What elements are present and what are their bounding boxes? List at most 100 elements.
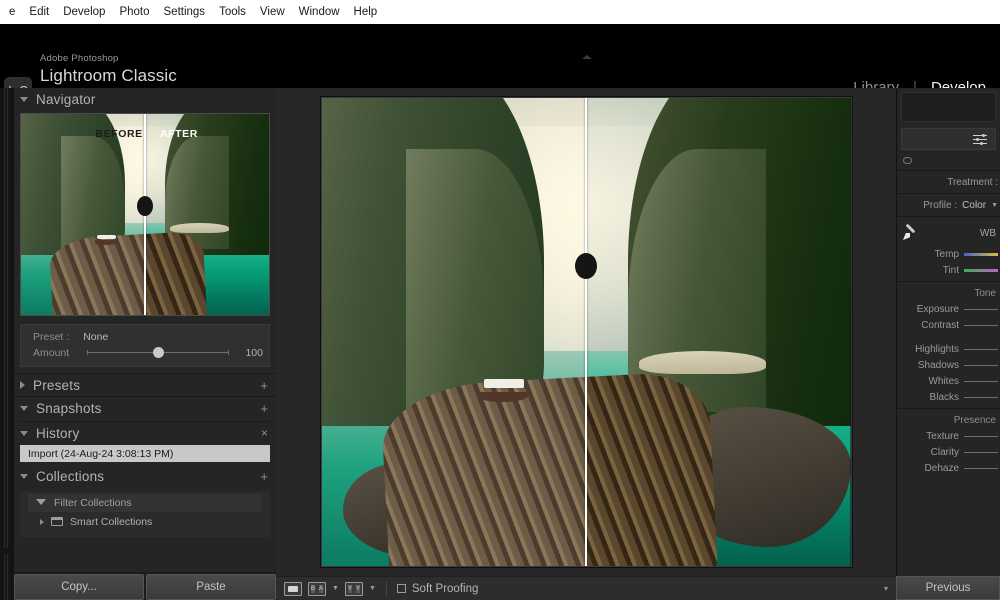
snapshots-title: Snapshots: [36, 400, 102, 416]
top-panel-collapse-toggle[interactable]: [580, 53, 594, 61]
shadows-row[interactable]: Shadows: [897, 357, 1000, 373]
smart-collections-row[interactable]: Smart Collections: [20, 512, 270, 531]
brand-subtitle: Adobe Photoshop: [40, 53, 119, 64]
menu-item-photo[interactable]: Photo: [112, 4, 156, 20]
menu-item-window[interactable]: Window: [292, 4, 347, 20]
filter-collections-row[interactable]: Filter Collections: [28, 494, 262, 512]
navigator-thumbnail[interactable]: BEFORE AFTER: [20, 113, 270, 316]
brand-title: Lightroom Classic: [40, 66, 177, 85]
highlights-slider[interactable]: [964, 348, 998, 350]
collections-header[interactable]: Collections +: [14, 465, 276, 487]
copy-button[interactable]: Copy...: [14, 574, 144, 600]
soft-proofing-checkbox[interactable]: [396, 584, 406, 593]
right-panel: Treatment : Profile : Color ▼ WB Temp Ti…: [896, 88, 1000, 576]
navigator-split-handle[interactable]: [137, 196, 153, 216]
temp-slider[interactable]: [964, 252, 998, 256]
clear-history-button[interactable]: ×: [261, 426, 268, 440]
title-bar: LrC Adobe Photoshop Lightroom Classic Li…: [0, 24, 1000, 105]
snapshots-header[interactable]: Snapshots +: [14, 397, 276, 419]
previous-button[interactable]: Previous: [896, 576, 1000, 600]
history-header[interactable]: History ×: [14, 422, 276, 444]
menu-item-view[interactable]: View: [253, 4, 292, 20]
blacks-label: Blacks: [929, 391, 959, 403]
menu-item-tools[interactable]: Tools: [212, 4, 253, 20]
left-panel: Navigator FIT ▲▼ 100% 33.3% ▲▼: [14, 88, 276, 572]
texture-row[interactable]: Texture: [897, 428, 1000, 444]
blacks-slider[interactable]: [964, 396, 998, 398]
wb-label: WB: [979, 227, 996, 239]
add-preset-button[interactable]: +: [260, 378, 268, 393]
amount-slider[interactable]: [87, 347, 229, 358]
menu-item-help[interactable]: Help: [347, 4, 385, 20]
chevron-down-icon[interactable]: [20, 473, 28, 479]
eyedropper-icon[interactable]: [903, 225, 919, 241]
chevron-right-icon[interactable]: [20, 381, 25, 389]
texture-slider[interactable]: [964, 435, 998, 437]
profile-value[interactable]: Color: [962, 200, 986, 211]
menu-item-file[interactable]: e: [2, 4, 22, 20]
treatment-section: Treatment :: [897, 170, 1000, 193]
photo-split-handle[interactable]: [575, 253, 597, 279]
tint-slider[interactable]: [964, 268, 998, 272]
add-collection-button[interactable]: +: [260, 469, 268, 484]
before-after-view-icon[interactable]: BA: [308, 581, 326, 596]
contrast-slider[interactable]: [964, 324, 998, 326]
eye-icon[interactable]: [903, 156, 912, 164]
paste-button[interactable]: Paste: [146, 574, 276, 600]
navigator-before-label: BEFORE: [95, 128, 143, 141]
profile-row[interactable]: Profile : Color ▼: [897, 197, 1000, 213]
sliders-icon[interactable]: [973, 133, 987, 145]
presets-header[interactable]: Presets +: [14, 374, 276, 396]
profile-dropdown-icon[interactable]: ▼: [991, 202, 998, 209]
contrast-row[interactable]: Contrast: [897, 317, 1000, 333]
chevron-down-icon[interactable]: [20, 96, 28, 102]
highlights-row[interactable]: Highlights: [897, 341, 1000, 357]
os-menu-bar: e Edit Develop Photo Settings Tools View…: [0, 0, 1000, 24]
amount-label: Amount: [33, 347, 70, 359]
menu-item-settings[interactable]: Settings: [157, 4, 213, 20]
dehaze-label: Dehaze: [924, 462, 959, 474]
whites-row[interactable]: Whites: [897, 373, 1000, 389]
left-strip-grip-upper: [4, 88, 10, 548]
navigator-header[interactable]: Navigator FIT ▲▼ 100% 33.3% ▲▼: [14, 88, 276, 110]
menu-item-develop[interactable]: Develop: [56, 4, 112, 20]
left-panel-collapse-strip[interactable]: [0, 88, 14, 600]
toolbar-panel-toggle[interactable]: ▾: [884, 584, 888, 593]
loupe-view-icon[interactable]: [284, 581, 302, 596]
folder-icon: [51, 517, 63, 526]
temp-row[interactable]: Temp: [897, 246, 1000, 262]
before-after-split-icon[interactable]: YY: [344, 581, 363, 596]
soft-proofing-label: Soft Proofing: [411, 582, 479, 595]
exposure-slider[interactable]: [964, 308, 998, 310]
preset-value[interactable]: None: [83, 331, 108, 343]
amount-value[interactable]: 100: [237, 347, 263, 359]
whites-slider[interactable]: [964, 380, 998, 382]
clarity-slider[interactable]: [964, 451, 998, 453]
edit-tools-bar[interactable]: [901, 128, 996, 150]
panel-visibility-row[interactable]: [897, 150, 1000, 170]
histogram-panel[interactable]: [901, 92, 996, 122]
brand-block: Adobe Photoshop Lightroom Classic: [40, 53, 177, 86]
preset-label: Preset :: [33, 331, 70, 343]
exposure-row[interactable]: Exposure: [897, 301, 1000, 317]
blacks-row[interactable]: Blacks: [897, 389, 1000, 405]
before-after-split-dropdown-icon[interactable]: ▼: [369, 585, 376, 592]
left-panel-buttons: Copy... Paste: [14, 574, 276, 600]
add-snapshot-button[interactable]: +: [260, 401, 268, 416]
treatment-row[interactable]: Treatment :: [897, 174, 1000, 190]
photo-preview[interactable]: [320, 97, 852, 567]
funnel-icon: [36, 498, 47, 508]
chevron-down-icon[interactable]: [20, 405, 28, 411]
shadows-slider[interactable]: [964, 364, 998, 366]
dehaze-row[interactable]: Dehaze: [897, 460, 1000, 476]
clarity-row[interactable]: Clarity: [897, 444, 1000, 460]
tint-row[interactable]: Tint: [897, 262, 1000, 278]
chevron-down-icon[interactable]: [20, 430, 28, 436]
history-item[interactable]: Import (24-Aug-24 3:08:13 PM): [20, 445, 270, 462]
menu-item-edit[interactable]: Edit: [22, 4, 56, 20]
wb-row[interactable]: WB: [897, 220, 1000, 246]
chevron-right-icon[interactable]: [40, 518, 44, 525]
filter-collections-label: Filter Collections: [54, 497, 132, 509]
before-after-dropdown-icon[interactable]: ▼: [332, 585, 339, 592]
dehaze-slider[interactable]: [964, 467, 998, 469]
